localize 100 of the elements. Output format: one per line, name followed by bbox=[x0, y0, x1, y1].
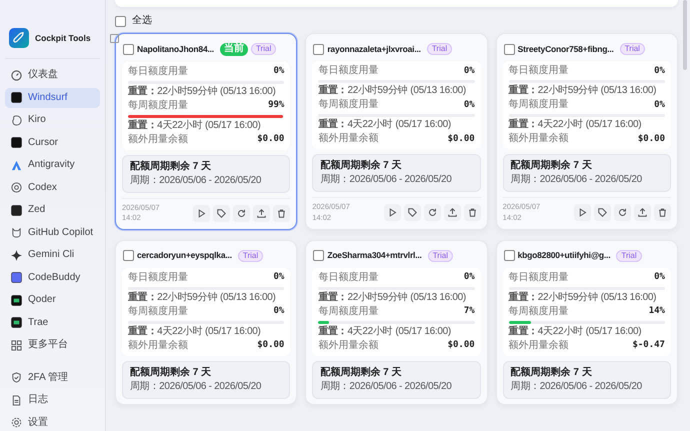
quota-percent: 0% bbox=[654, 100, 665, 110]
reset-countdown: 22小时59分钟 bbox=[157, 292, 217, 304]
plan-badge: Trial bbox=[250, 43, 276, 56]
reset-countdown: 22小时59分钟 bbox=[538, 292, 598, 304]
cycle-title: 配额周期剩余 7 天 bbox=[130, 366, 212, 378]
account-card[interactable]: ZoeSharma304+mtrvlrl... Trial 每日额度用量 0% 重置：22小时59分钟 (05/13 16:00) 每周额度用量 7% 重置：4天22小时 (05/17 16:00) 额外用量余额 $0.00 配额周期剩余 7 天 周期：2026/05/06 - 2026/05/20 bbox=[305, 240, 488, 404]
play-button[interactable] bbox=[574, 204, 591, 221]
card-checkbox[interactable] bbox=[504, 250, 515, 261]
gauge-icon bbox=[11, 70, 22, 81]
upload-button[interactable] bbox=[444, 204, 461, 221]
sidebar-item[interactable]: Gemini Cli bbox=[5, 245, 100, 266]
delete-icon bbox=[277, 208, 286, 218]
plan-badge: Trial bbox=[620, 43, 645, 55]
app-logo-icon bbox=[11, 317, 22, 328]
sidebar-item[interactable]: Trae bbox=[5, 312, 100, 333]
reset-countdown: 4天22小时 bbox=[347, 326, 392, 338]
tag-button[interactable] bbox=[594, 204, 611, 221]
refresh-button[interactable] bbox=[424, 204, 441, 221]
plan-badge: Trial bbox=[616, 250, 642, 262]
reset-countdown: 22小时59分钟 bbox=[538, 85, 598, 97]
app-name: Cockpit Tools bbox=[35, 32, 91, 44]
upload-button[interactable] bbox=[634, 204, 651, 221]
refresh-icon bbox=[428, 208, 437, 217]
delete-button[interactable] bbox=[273, 204, 290, 222]
cycle-period: 周期：2026/05/06 - 2026/05/20 bbox=[510, 380, 643, 392]
reset-label: 重置： bbox=[508, 119, 538, 131]
current-badge: 当前 bbox=[220, 43, 248, 56]
play-icon bbox=[578, 208, 587, 217]
upload-icon bbox=[638, 208, 647, 217]
quota-label: 每周额度用量 bbox=[318, 306, 378, 318]
sidebar-item[interactable]: Cursor bbox=[5, 132, 100, 153]
sidebar-item[interactable]: Kiro bbox=[5, 110, 100, 130]
tag-button[interactable] bbox=[213, 204, 230, 222]
delete-button[interactable] bbox=[464, 204, 481, 221]
triangle-logo-icon bbox=[11, 160, 22, 171]
reset-time: (05/17 16:00) bbox=[586, 119, 642, 131]
sidebar-item[interactable]: Zed bbox=[5, 200, 100, 220]
quota-percent: 99% bbox=[268, 100, 284, 111]
sidebar-item[interactable]: 日志 bbox=[5, 390, 100, 410]
select-all-checkbox[interactable] bbox=[115, 16, 126, 26]
delete-button[interactable] bbox=[654, 204, 671, 221]
reset-time: (05/17 16:00) bbox=[395, 326, 451, 338]
select-all-label: 全选 bbox=[132, 15, 152, 27]
play-button[interactable] bbox=[193, 204, 210, 222]
sidebar-item[interactable]: CodeBuddy bbox=[5, 268, 100, 288]
quota-label: 每日额度用量 bbox=[508, 272, 569, 284]
card-checkbox[interactable] bbox=[123, 44, 134, 55]
sidebar-item[interactable]: 仪表盘 bbox=[5, 65, 100, 86]
sidebar-item[interactable]: 更多平台 bbox=[5, 335, 100, 356]
sidebar-item[interactable]: Codex bbox=[5, 178, 100, 198]
shield-icon bbox=[11, 372, 22, 384]
quota-label: 每日额度用量 bbox=[318, 272, 378, 284]
reset-label: 重置： bbox=[318, 326, 348, 338]
card-checkbox[interactable] bbox=[313, 44, 324, 54]
reset-countdown: 22小时59分钟 bbox=[347, 85, 408, 97]
sidebar-item[interactable]: GitHub Copilot bbox=[5, 222, 100, 243]
plan-badge: Trial bbox=[426, 43, 452, 55]
refresh-button[interactable] bbox=[614, 204, 631, 221]
refresh-button[interactable] bbox=[233, 204, 250, 222]
cycle-title: 配额周期剩余 7 天 bbox=[320, 366, 402, 378]
refresh-icon bbox=[237, 208, 246, 218]
sparkle-icon bbox=[11, 250, 22, 261]
app-logo-icon bbox=[11, 294, 22, 306]
grid-icon bbox=[11, 340, 22, 351]
sidebar-item[interactable]: Windsurf bbox=[5, 88, 100, 108]
cycle-period: 周期：2026/05/06 - 2026/05/20 bbox=[130, 380, 262, 392]
tag-button[interactable] bbox=[404, 204, 421, 221]
scrollbar[interactable] bbox=[683, 0, 687, 70]
reset-label: 重置： bbox=[128, 120, 158, 132]
reset-label: 重置： bbox=[508, 85, 538, 97]
reset-countdown: 22小时59分钟 bbox=[347, 292, 408, 304]
reset-countdown: 4天22小时 bbox=[157, 326, 202, 338]
quota-label: 每日额度用量 bbox=[508, 65, 569, 77]
extra-balance-value: $0.00 bbox=[448, 134, 475, 144]
app-logo-icon bbox=[11, 137, 22, 148]
card-checkbox[interactable] bbox=[123, 250, 134, 261]
sidebar-item[interactable]: 2FA 管理 bbox=[5, 368, 100, 388]
card-checkbox[interactable] bbox=[313, 250, 324, 261]
sidebar-item[interactable]: 设置 bbox=[5, 412, 100, 431]
quota-percent: 7% bbox=[464, 306, 475, 317]
quota-label: 每日额度用量 bbox=[318, 65, 378, 77]
upload-button[interactable] bbox=[253, 204, 270, 222]
card-checkbox[interactable] bbox=[504, 44, 515, 54]
extra-balance-label: 额外用量余额 bbox=[318, 133, 378, 145]
reset-label: 重置： bbox=[128, 326, 158, 338]
plan-badge: Trial bbox=[428, 250, 453, 262]
quota-percent: 0% bbox=[273, 66, 284, 77]
account-card[interactable]: kbgo82800+utiifyhi@g... Trial 每日额度用量 0% 重置：22小时59分钟 (05/13 16:00) 每周额度用量 14% 重置：4天22小时 (05/17 16:00) 额外用量余额 $-0.47 配额周期剩余 7 天 周期：2026/05/06 - 2026/05/20 bbox=[496, 240, 678, 404]
flower-icon bbox=[11, 182, 22, 194]
reset-time: (05/17 16:00) bbox=[586, 326, 642, 338]
sidebar-item[interactable]: Qoder bbox=[5, 290, 100, 310]
extra-balance-value: $0.00 bbox=[257, 340, 284, 351]
quota-label: 每周额度用量 bbox=[318, 99, 378, 111]
app-logo-icon bbox=[11, 92, 22, 104]
sidebar-item[interactable]: Antigravity bbox=[5, 155, 100, 176]
extra-balance-label: 额外用量余额 bbox=[128, 340, 188, 352]
reset-time: (05/13 16:00) bbox=[410, 292, 466, 304]
play-button[interactable] bbox=[384, 204, 401, 221]
account-card[interactable]: cercadoryun+eyspqlka... Trial 每日额度用量 0% 重置：22小时59分钟 (05/13 16:00) 每周额度用量 0% 重置：4天22小时 (05/17 16:00) 额外用量余额 $0.00 配额周期剩余 7 天 周期：2026/05/06 - 2026/05/20 bbox=[115, 240, 298, 404]
quota-label: 每周额度用量 bbox=[128, 306, 188, 318]
